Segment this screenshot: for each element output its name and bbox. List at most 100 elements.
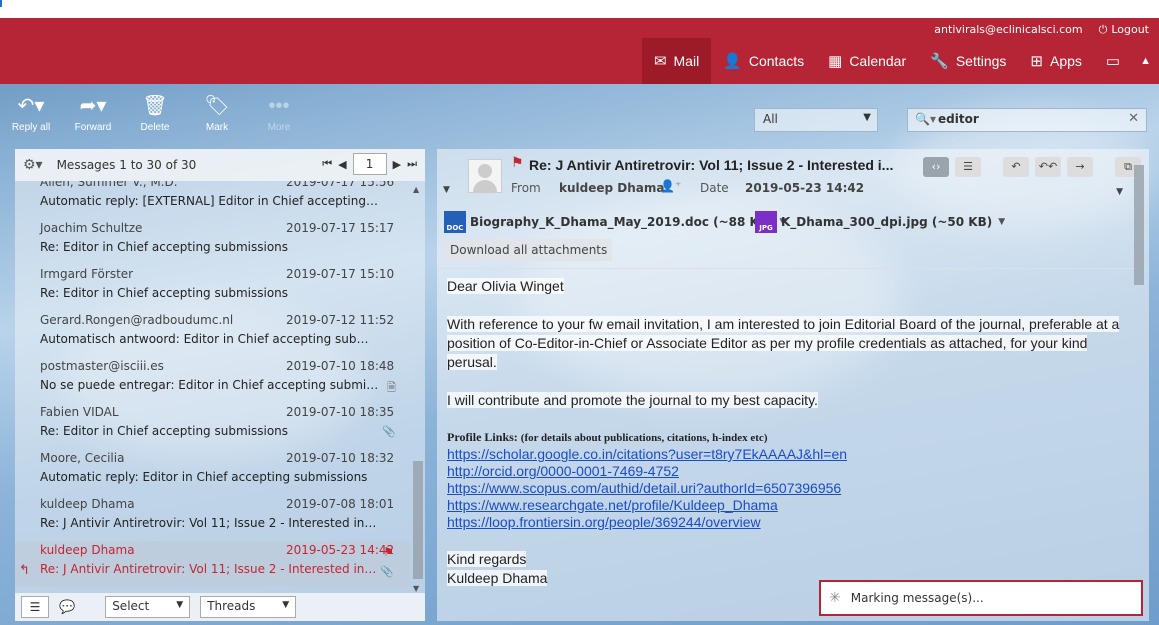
body-paragraph: I will contribute and promote the journa…: [447, 392, 818, 408]
message-date: 2019-05-23 14:42: [286, 543, 395, 557]
list-header: ⚙▾ Messages 1 to 30 of 30 ⏮ ◀ 1 ▶ ⏭: [15, 149, 425, 181]
forward-button[interactable]: ➦▾ Forward: [62, 96, 124, 140]
calendar-icon: ▦: [828, 52, 843, 70]
profile-link[interactable]: https://scholar.google.co.in/citations?u…: [447, 446, 1127, 463]
attachment-name: K_Dhama_300_dpi.jpg (~50 KB): [781, 215, 993, 229]
page-number-input[interactable]: 1: [352, 153, 387, 175]
forward-label: Forward: [74, 122, 112, 133]
plus-square-icon: ⊞: [1030, 52, 1043, 70]
nav-settings-label: Settings: [955, 53, 1007, 69]
chevron-down-icon: ▼: [176, 600, 184, 610]
profile-link[interactable]: https://www.researchgate.net/profile/Kul…: [447, 497, 1127, 514]
profile-link[interactable]: http://orcid.org/0000-0001-7469-4752: [447, 463, 1127, 480]
chevron-down-icon[interactable]: ▼: [998, 217, 1005, 227]
list-item[interactable]: Irmgard Förster 2019-07-17 15:10 Re: Edi…: [15, 265, 410, 311]
reading-scrollbar[interactable]: [1133, 159, 1145, 621]
message-subject: Re: J Antivir Antiretrovir: Vol 11; Issu…: [40, 562, 380, 576]
nav-calendar-label: Calendar: [849, 53, 907, 69]
last-page-icon[interactable]: ⏭: [407, 157, 417, 171]
reading-pane: ▼ ⚑ Re: J Antivir Antiretrovir: Vol 11; …: [437, 149, 1149, 621]
search-value: editor: [938, 112, 979, 126]
list-item[interactable]: Allen, Summer V., M.D. 2019-07-17 15:56 …: [15, 181, 410, 219]
close-icon[interactable]: ✕: [1128, 111, 1139, 126]
profile-link[interactable]: https://loop.frontiersin.org/people/3692…: [447, 514, 1127, 531]
message-date: 2019-07-10 18:35: [286, 405, 395, 419]
message-subject: Re: Editor in Chief accepting submission…: [40, 240, 289, 254]
message-from: Joachim Schultze: [40, 221, 143, 235]
html-view-button[interactable]: ‹›: [923, 157, 949, 177]
user-email: antivirals@eclinicalsci.com: [934, 22, 1083, 36]
nav-calendar[interactable]: ▦ Calendar: [816, 38, 918, 84]
tag-icon: 🏷: [204, 95, 230, 117]
body-paragraph: With reference to your fw email invitati…: [447, 316, 1120, 370]
reply-button[interactable]: ↶: [1003, 157, 1029, 177]
message-date: 2019-07-12 11:52: [286, 313, 395, 327]
more-button[interactable]: ••• More: [248, 96, 310, 140]
layout-toggle[interactable]: ▭: [1094, 38, 1132, 84]
message-subject: Re: Editor in Chief accepting submission…: [40, 424, 289, 438]
flag-icon[interactable]: ⚑: [511, 155, 524, 171]
chevron-down-icon[interactable]: ▼: [1116, 187, 1123, 197]
list-item[interactable]: postmaster@isciii.es 2019-07-10 18:48 No…: [15, 357, 410, 403]
forward-small-button[interactable]: →: [1067, 157, 1093, 177]
list-item[interactable]: Fabien VIDAL 2019-07-10 18:35 Re: Editor…: [15, 403, 410, 449]
threads-dropdown[interactable]: Threads ▼: [200, 596, 297, 618]
nav-contacts-label: Contacts: [748, 53, 805, 69]
reply-icon: ↶: [1011, 160, 1021, 173]
user-icon: 👤: [723, 52, 742, 70]
top-nav: ✉ Mail 👤 Contacts ▦ Calendar 🔧 Settings ⊞ App…: [641, 38, 1159, 84]
search-input[interactable]: 🔍▾ editor ✕: [907, 108, 1147, 132]
first-page-icon[interactable]: ⏮: [322, 157, 332, 171]
threads-label: Threads: [207, 599, 256, 613]
attachment-jpg[interactable]: JPG K_Dhama_300_dpi.jpg (~50 KB) ▼: [755, 211, 1005, 233]
scroll-down-icon[interactable]: ▼: [413, 584, 419, 593]
message-subject: Re: J Antivir Antiretrovir: Vol 11; Issu…: [40, 516, 380, 530]
list-item[interactable]: kuldeep Dhama 2019-07-08 18:01 Re: J Ant…: [15, 495, 410, 541]
scrollbar-thumb[interactable]: [413, 461, 423, 579]
message-from: Gerard.Rongen@radboudumc.nl: [40, 313, 234, 327]
list-item[interactable]: Moore, Cecilia 2019-07-10 18:32 Automati…: [15, 449, 410, 495]
message-subject: Automatic reply: [EXTERNAL] Editor in Ch…: [40, 194, 380, 208]
nav-settings[interactable]: 🔧 Settings: [918, 38, 1018, 84]
strip-marker: [0, 0, 2, 7]
search-icon: 🔍▾: [915, 112, 936, 126]
speech-bubble-icon[interactable]: 💬: [59, 600, 75, 615]
plain-view-button[interactable]: ☰: [955, 157, 981, 177]
doc-file-icon: DOC: [444, 211, 466, 233]
gear-icon[interactable]: ⚙▾: [23, 157, 43, 173]
attachment-doc[interactable]: DOC Biography_K_Dhama_May_2019.doc (~88 …: [444, 211, 786, 233]
scrollbar-thumb[interactable]: [1134, 165, 1144, 285]
list-item[interactable]: Gerard.Rongen@radboudumc.nl 2019-07-12 1…: [15, 311, 410, 357]
select-dropdown[interactable]: Select ▼: [105, 596, 191, 618]
reply-all-small-button[interactable]: ↶↶: [1035, 157, 1061, 177]
reply-all-icon: ↶▾: [17, 95, 45, 117]
delete-button[interactable]: 🗑 Delete: [124, 96, 186, 140]
list-scrollbar[interactable]: ▲ ▼: [411, 185, 423, 593]
list-view-button[interactable]: ☰: [21, 596, 49, 618]
add-contact-icon[interactable]: 👤⁺: [660, 179, 681, 193]
reply-all-button[interactable]: ↶▾ Reply all: [0, 96, 62, 140]
list-item[interactable]: Joachim Schultze 2019-07-17 15:17 Re: Ed…: [15, 219, 410, 265]
power-icon: ⏻: [1098, 22, 1108, 36]
mark-button[interactable]: 🏷 Mark: [186, 96, 248, 140]
logout-link[interactable]: ⏻ Logout: [1099, 22, 1149, 36]
profile-link[interactable]: https://www.scopus.com/authid/detail.uri…: [447, 480, 1127, 497]
prev-page-icon[interactable]: ◀: [338, 158, 346, 171]
filter-select[interactable]: All ▼: [754, 108, 878, 132]
next-page-icon[interactable]: ▶: [393, 158, 401, 171]
new-window-icon: ⧉: [1124, 160, 1132, 173]
message-actions: ‹› ☰ ↶ ↶↶ → ⧉: [923, 157, 1141, 177]
monitor-icon: ▭: [1105, 52, 1121, 70]
flag-icon[interactable]: ⚑: [383, 545, 394, 559]
collapse-header[interactable]: ▲: [1132, 38, 1159, 84]
scroll-up-icon[interactable]: ▲: [413, 185, 419, 194]
download-all-button[interactable]: Download all attachments: [445, 239, 613, 261]
message-date: 2019-07-08 18:01: [286, 497, 395, 511]
sender-name[interactable]: kuldeep Dhama: [559, 181, 664, 195]
nav-contacts[interactable]: 👤 Contacts: [711, 38, 816, 84]
expand-header-icon[interactable]: ▼: [443, 185, 450, 195]
nav-apps[interactable]: ⊞ Apps: [1018, 38, 1094, 84]
nav-mail[interactable]: ✉ Mail: [641, 38, 712, 84]
message-from: kuldeep Dhama: [40, 497, 135, 511]
list-item-selected[interactable]: kuldeep Dhama 2019-05-23 14:42 Re: J Ant…: [15, 541, 410, 587]
